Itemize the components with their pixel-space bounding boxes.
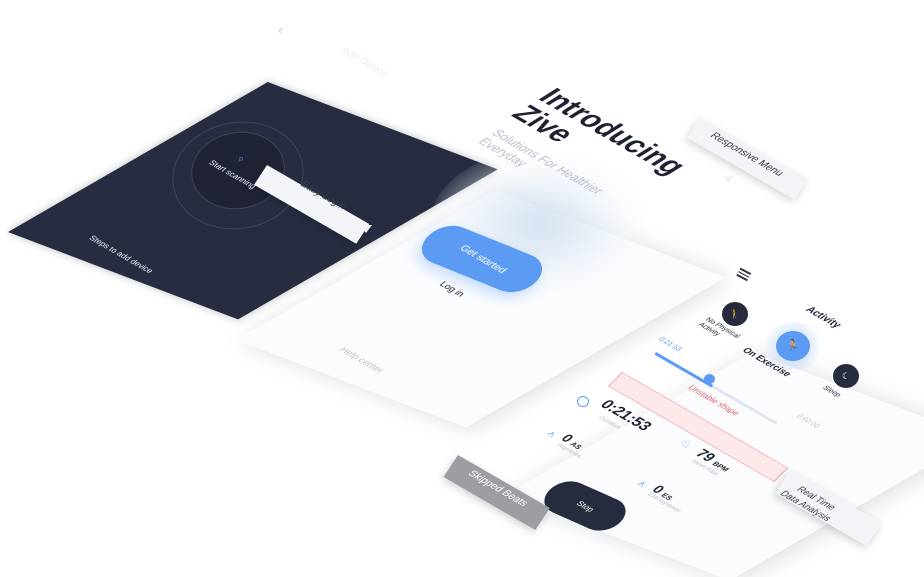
heart-icon: ♡	[681, 440, 690, 451]
pulse-icon: ⩘	[545, 427, 557, 440]
walking-icon[interactable]: 🚶	[722, 302, 748, 326]
chevron-left-icon[interactable]: ‹	[276, 22, 287, 37]
slider-current-value: 0:21:53	[656, 336, 683, 353]
add-device-title: Add Device	[337, 45, 392, 80]
duration-slider-handle[interactable]	[704, 374, 715, 384]
moon-icon[interactable]: ☾	[833, 364, 859, 388]
running-icon[interactable]: 🏃	[776, 331, 810, 361]
hamburger-menu-icon[interactable]	[736, 267, 752, 281]
mockup-stage: ‹ Add Device ⌕ Start scanning Steps to a…	[0, 0, 924, 577]
clock-icon	[577, 396, 589, 407]
callout-pointer	[722, 176, 734, 184]
search-icon: ⌕	[238, 153, 245, 165]
callout-pointer	[360, 225, 372, 233]
